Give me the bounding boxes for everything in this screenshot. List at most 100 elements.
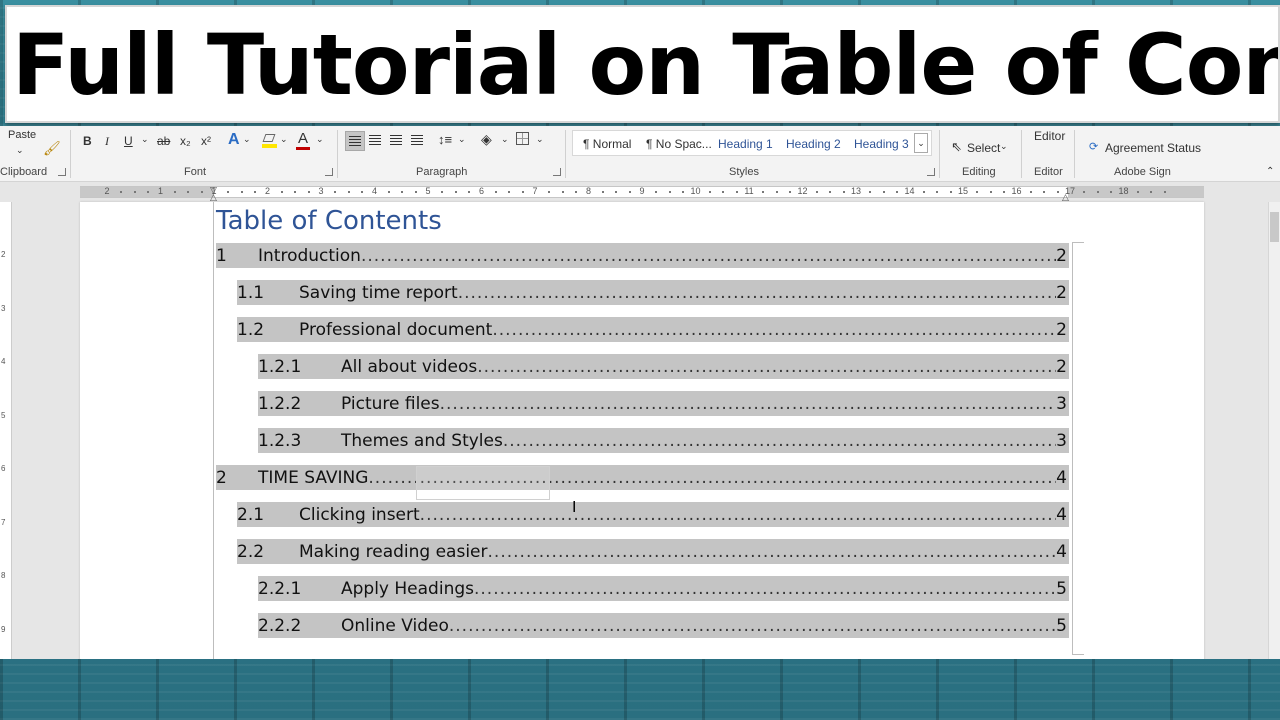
highlight-icon[interactable]: [262, 132, 278, 148]
editing-group-label: Editing: [962, 166, 996, 178]
ruler-tick: [601, 191, 604, 193]
toc-entry-page: 3: [1056, 393, 1067, 414]
toc-entry-number: 1: [216, 245, 227, 266]
toc-entry[interactable]: 1.2.3 Themes and Styles..................…: [258, 428, 1069, 453]
format-painter-icon[interactable]: 🖌: [43, 140, 61, 157]
toc-entry[interactable]: 1.2.1 All about videos...................…: [258, 354, 1069, 379]
borders-dropdown-icon[interactable]: ⌄: [536, 134, 544, 145]
ruler-tick: [454, 191, 457, 193]
subscript-button[interactable]: x₂: [180, 134, 191, 148]
toc-entry[interactable]: 1.1 Saving time report...................…: [237, 280, 1069, 305]
styles-more-icon[interactable]: ⌄: [914, 133, 928, 153]
style-heading-1[interactable]: Heading 1: [718, 137, 773, 151]
line-spacing-dropdown-icon[interactable]: ⌄: [458, 134, 466, 145]
underline-button[interactable]: U: [124, 134, 133, 148]
toc-entry[interactable]: 1.2 Professional document................…: [237, 317, 1069, 342]
font-group-label: Font: [184, 166, 207, 178]
text-effects-dropdown-icon[interactable]: ⌄: [243, 134, 251, 145]
ruler-tick: [789, 191, 792, 193]
margin-corner-bottom: [1072, 654, 1084, 655]
ruler-tick: [173, 191, 176, 193]
align-right-button[interactable]: [390, 135, 402, 136]
toc-entry-text: All about videos: [341, 356, 478, 377]
font-launcher-icon[interactable]: [325, 168, 333, 176]
ruler-tick: [762, 191, 765, 193]
margin-corner-top: [1072, 242, 1084, 243]
highlight-dropdown-icon[interactable]: ⌄: [280, 134, 288, 145]
agreement-status-icon[interactable]: ⟳: [1089, 140, 1098, 153]
styles-gallery: ¶ Normal ¶ No Spac... Heading 1 Heading …: [572, 130, 932, 156]
vertical-ruler[interactable]: 2345678910: [0, 202, 12, 659]
editor-button[interactable]: Editor: [1034, 129, 1065, 143]
paragraph-group-label: Paragraph: [416, 166, 468, 178]
document-page[interactable]: Table of Contents 1 Introduction.........…: [80, 202, 1204, 659]
strikethrough-button[interactable]: ab: [157, 134, 170, 148]
select-cursor-icon[interactable]: ⇖: [951, 139, 962, 155]
ruler-tick: [227, 191, 230, 193]
ruler-tick: [775, 191, 778, 193]
ruler-tick: [615, 191, 618, 193]
toc-entry-text: Saving time report: [299, 282, 458, 303]
clipboard-launcher-icon[interactable]: [58, 168, 66, 176]
paragraph-launcher-icon[interactable]: [553, 168, 561, 176]
toc-entry-text: Clicking insert: [299, 504, 420, 525]
font-color-dropdown-icon[interactable]: ⌄: [316, 134, 324, 145]
style-heading-3[interactable]: Heading 3: [854, 137, 909, 151]
ruler-number: 2: [104, 186, 110, 196]
toc-entry-page: 2: [1056, 356, 1067, 377]
toc-entry-page: 2: [1056, 319, 1067, 340]
style-normal[interactable]: ¶ Normal: [583, 137, 631, 151]
scrollbar-thumb[interactable]: [1270, 212, 1279, 242]
font-color-button[interactable]: A: [298, 130, 308, 147]
shading-dropdown-icon[interactable]: ⌄: [501, 134, 509, 145]
vertical-scrollbar[interactable]: [1268, 202, 1280, 659]
ruler-tick: [829, 191, 832, 193]
ruler-tick: [521, 191, 524, 193]
ruler-tick: [361, 191, 364, 193]
ruler-tick: [842, 191, 845, 193]
toc-entry-text: Online Video: [341, 615, 449, 636]
ruler-tick: [414, 191, 417, 193]
toc-entry[interactable]: 2.2 Making reading easier................…: [237, 539, 1069, 564]
toc-entry-page: 4: [1056, 541, 1067, 562]
select-button[interactable]: Select: [967, 141, 1000, 155]
collapse-ribbon-icon[interactable]: ⌃: [1266, 166, 1274, 177]
toc-entry[interactable]: 2 TIME SAVING............................…: [216, 465, 1069, 490]
toc-entry-text: TIME SAVING: [258, 467, 369, 488]
align-center-button[interactable]: [369, 135, 381, 136]
horizontal-ruler[interactable]: 2 1 1 2 3 4 5 6 7 8 9 10 11 12 13 14 15 16 17 18 ▽ △ △: [0, 183, 1280, 202]
toc-entry[interactable]: 1.2.2 Picture files......................…: [258, 391, 1069, 416]
ruler-tick: [468, 191, 471, 193]
ruler-tick: [1056, 191, 1059, 193]
style-heading-2[interactable]: Heading 2: [786, 137, 841, 151]
styles-launcher-icon[interactable]: [927, 168, 935, 176]
ruler-tick: [936, 191, 939, 193]
line-spacing-icon[interactable]: ↕≡: [438, 132, 452, 147]
toc-title[interactable]: Table of Contents: [216, 206, 442, 236]
agreement-status-button[interactable]: Agreement Status: [1105, 141, 1201, 155]
align-left-button[interactable]: [345, 131, 365, 151]
ruler-tick: [1110, 191, 1113, 193]
toc-entry[interactable]: 2.2.1 Apply Headings.....................…: [258, 576, 1069, 601]
paste-button[interactable]: Paste: [8, 129, 36, 141]
style-no-spacing[interactable]: ¶ No Spac...: [646, 137, 712, 151]
toc-entry[interactable]: 2.1 Clicking insert......................…: [237, 502, 1069, 527]
bold-button[interactable]: B: [83, 134, 92, 148]
shading-icon[interactable]: ◈: [481, 131, 492, 148]
separator: [70, 130, 71, 178]
text-effects-button[interactable]: A: [228, 131, 240, 149]
underline-dropdown-icon[interactable]: ⌄: [141, 134, 149, 145]
justify-button[interactable]: [411, 135, 423, 136]
toc-entry[interactable]: 1 Introduction...........................…: [216, 243, 1069, 268]
select-dropdown-icon[interactable]: ⌄: [1000, 141, 1008, 152]
toc-entry-page: 5: [1056, 615, 1067, 636]
paste-dropdown-icon[interactable]: ⌄: [16, 145, 24, 156]
ruler-number: 14: [904, 186, 915, 196]
ruler-tick: [1096, 191, 1099, 193]
borders-icon[interactable]: [516, 132, 529, 145]
superscript-button[interactable]: x²: [201, 134, 211, 148]
ruler-tick: [815, 191, 818, 193]
toc-entry-page: 2: [1056, 245, 1067, 266]
toc-entry[interactable]: 2.2.2 Online Video.......................…: [258, 613, 1069, 638]
italic-button[interactable]: I: [105, 134, 109, 149]
